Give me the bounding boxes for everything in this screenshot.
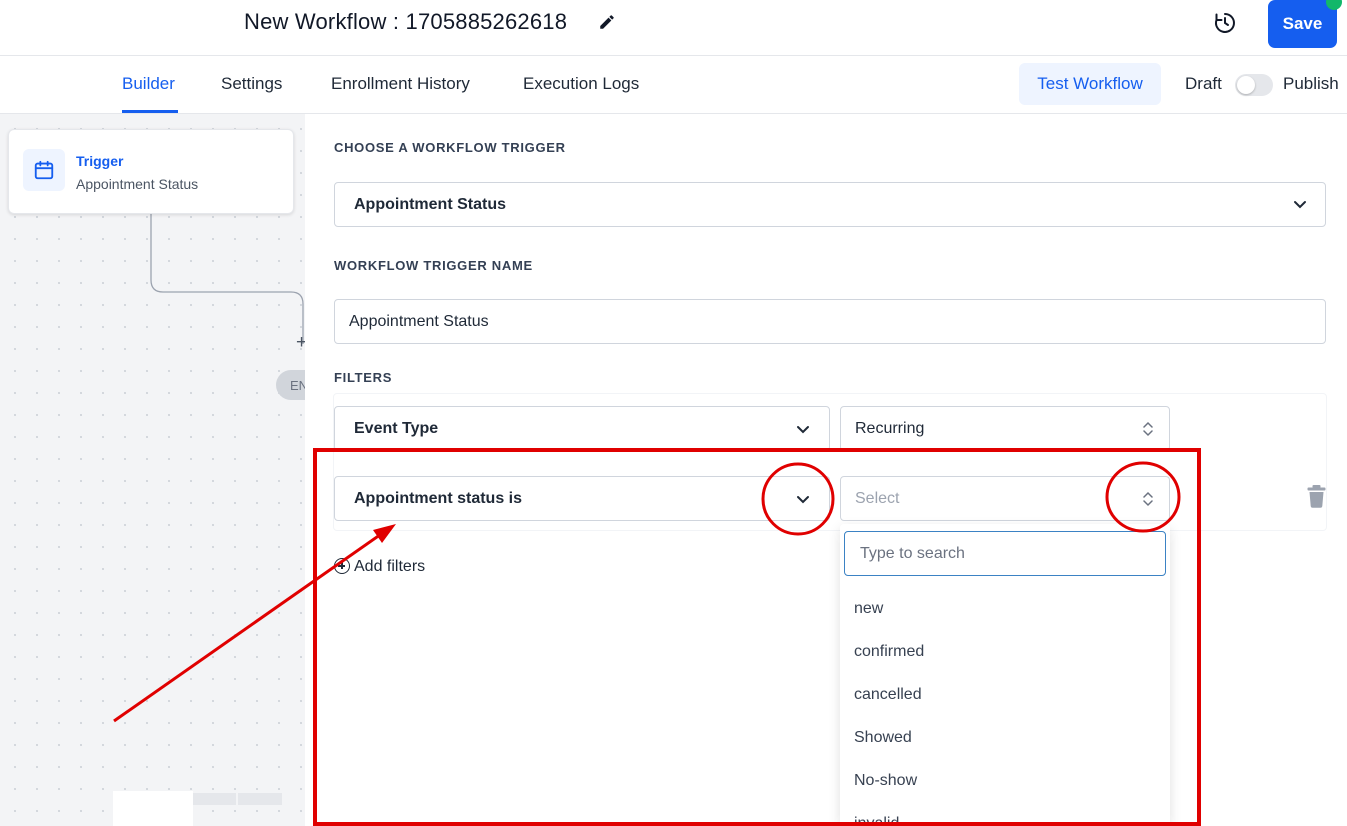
filter-value-text: Recurring xyxy=(855,420,925,437)
calendar-icon xyxy=(34,160,54,180)
trigger-node-subtitle: Appointment Status xyxy=(76,176,199,192)
filters-label: FILTERS xyxy=(334,370,393,385)
option-showed[interactable]: Showed xyxy=(854,729,912,747)
trigger-node-card[interactable]: Trigger Appointment Status xyxy=(8,129,294,214)
status-select-placeholder: Select xyxy=(855,490,900,507)
tab-execution-logs[interactable]: Execution Logs xyxy=(523,74,639,94)
test-workflow-button[interactable]: Test Workflow xyxy=(1019,63,1161,105)
trigger-type-value: Appointment Status xyxy=(354,196,506,213)
choose-trigger-label: CHOOSE A WORKFLOW TRIGGER xyxy=(334,140,566,155)
option-invalid[interactable]: invalid xyxy=(854,815,899,826)
tab-builder[interactable]: Builder xyxy=(122,74,175,94)
trigger-icon-box xyxy=(23,149,65,191)
up-down-chevron-icon xyxy=(1143,421,1153,437)
trigger-name-value: Appointment Status xyxy=(349,313,489,330)
filter-value-select[interactable]: Recurring xyxy=(840,406,1170,451)
workflow-builder-screen: New Workflow : 1705885262618 Save Builde… xyxy=(0,0,1347,826)
tab-settings[interactable]: Settings xyxy=(221,74,282,94)
trash-icon[interactable] xyxy=(1306,484,1327,508)
minimap-bar-left xyxy=(193,793,236,805)
option-no-show[interactable]: No-show xyxy=(854,772,917,790)
trigger-name-label: WORKFLOW TRIGGER NAME xyxy=(334,258,533,273)
filter-field-select-2[interactable]: Appointment status is xyxy=(334,476,830,521)
chevron-down-icon xyxy=(797,496,809,504)
draft-label: Draft xyxy=(1185,74,1222,93)
option-cancelled[interactable]: cancelled xyxy=(854,686,922,704)
add-filters-label: Add filters xyxy=(354,558,426,575)
trigger-node-title: Trigger xyxy=(76,153,124,169)
workflow-canvas[interactable]: Trigger Appointment Status + EN xyxy=(0,114,305,826)
chevron-down-icon xyxy=(1294,201,1306,209)
appointment-status-select[interactable]: Select xyxy=(840,476,1170,521)
pencil-edit-icon[interactable] xyxy=(598,13,616,31)
connector-line xyxy=(150,214,304,344)
option-new[interactable]: new xyxy=(854,600,883,618)
up-down-chevron-icon xyxy=(1143,491,1153,507)
filter-field-value: Event Type xyxy=(354,420,439,437)
plus-circle-icon xyxy=(334,558,350,574)
trigger-type-select[interactable]: Appointment Status xyxy=(334,182,1326,227)
filter-field-value-2: Appointment status is xyxy=(354,490,523,507)
minimap-bar-right xyxy=(238,793,282,805)
add-filters-button[interactable]: Add filters xyxy=(334,558,425,576)
status-dot xyxy=(1326,0,1342,10)
minimap-area xyxy=(113,791,193,826)
chevron-down-icon xyxy=(797,426,809,434)
save-button[interactable]: Save xyxy=(1268,0,1337,48)
status-options-dropdown: new confirmed cancelled Showed No-show i… xyxy=(840,524,1170,826)
option-confirmed[interactable]: confirmed xyxy=(854,643,924,661)
publish-toggle[interactable] xyxy=(1235,74,1273,96)
tab-enrollment-history[interactable]: Enrollment History xyxy=(331,74,470,94)
toggle-knob xyxy=(1237,76,1255,94)
workflow-title: New Workflow : 1705885262618 xyxy=(244,9,568,34)
trigger-name-input[interactable]: Appointment Status xyxy=(334,299,1326,344)
end-node-pill[interactable]: EN xyxy=(276,370,305,400)
publish-label: Publish xyxy=(1283,74,1339,93)
active-tab-indicator xyxy=(122,110,178,113)
history-clock-icon[interactable] xyxy=(1213,11,1237,35)
tab-bar: Builder Settings Enrollment History Exec… xyxy=(0,56,1347,114)
top-header: New Workflow : 1705885262618 Save xyxy=(0,0,1347,56)
add-step-plus-icon[interactable]: + xyxy=(296,332,305,354)
dropdown-search-input[interactable] xyxy=(844,531,1166,576)
filter-field-select[interactable]: Event Type xyxy=(334,406,830,451)
